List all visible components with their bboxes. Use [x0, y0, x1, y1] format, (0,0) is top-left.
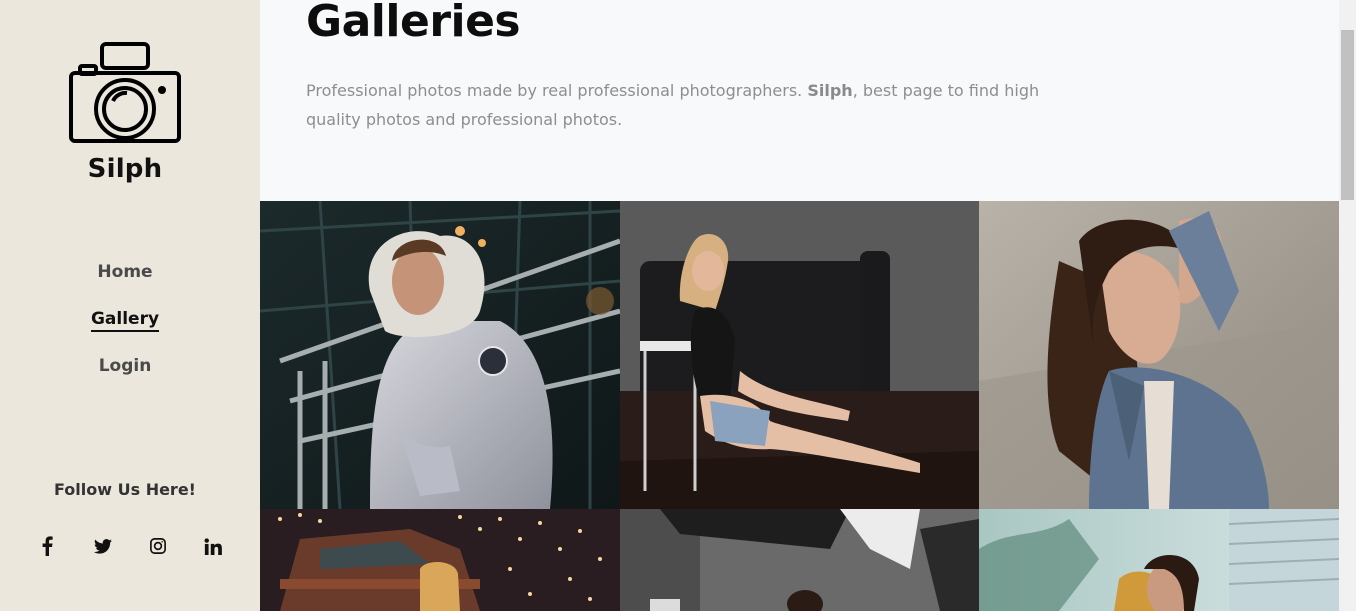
gallery-photo[interactable]: [260, 201, 620, 509]
twitter-icon[interactable]: [90, 533, 116, 559]
linkedin-icon[interactable]: [200, 533, 226, 559]
page: Silph Home Gallery Login Follow Us Here!…: [0, 0, 1356, 611]
follow-us-label: Follow Us Here!: [54, 480, 196, 499]
page-description: Professional photos made by real profess…: [306, 81, 1040, 129]
sidebar: Silph Home Gallery Login Follow Us Here!: [0, 0, 260, 611]
gallery-photo[interactable]: [260, 509, 620, 611]
gallery-photo[interactable]: [620, 201, 979, 509]
facebook-icon[interactable]: [34, 533, 60, 559]
gallery-photo[interactable]: [620, 509, 979, 611]
gallery-photo[interactable]: [979, 201, 1339, 509]
social-links: [34, 533, 234, 559]
page-title: Galleries: [306, 0, 521, 47]
vertical-scrollbar[interactable]: [1339, 0, 1356, 611]
scrollbar-thumb[interactable]: [1341, 30, 1354, 200]
brand-name[interactable]: Silph: [0, 154, 250, 184]
nav-item-home[interactable]: Home: [0, 258, 250, 305]
brand-mention: Silph: [807, 81, 853, 100]
main-content: Galleries Professional photos made by re…: [260, 0, 1339, 611]
main-nav: Home Gallery Login: [0, 258, 250, 399]
nav-item-login[interactable]: Login: [0, 352, 250, 399]
gallery-photo[interactable]: [979, 509, 1339, 611]
instagram-icon[interactable]: [145, 533, 171, 559]
photo-gallery: [260, 201, 1339, 611]
nav-item-gallery[interactable]: Gallery: [0, 305, 250, 352]
camera-icon[interactable]: [68, 41, 182, 145]
